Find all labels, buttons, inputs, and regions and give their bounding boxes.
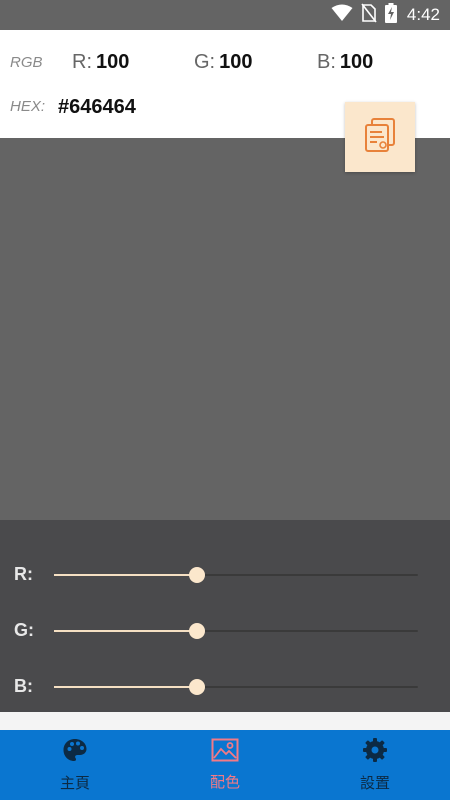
green-slider-label: G: — [14, 620, 34, 640]
green-value-display: G: 100 — [194, 51, 253, 74]
copy-button[interactable] — [345, 102, 415, 172]
nav-home[interactable]: 主頁 — [0, 730, 150, 800]
blue-key: B: — [317, 51, 336, 73]
red-slider-thumb[interactable] — [188, 567, 205, 583]
blue-slider-thumb[interactable] — [188, 679, 205, 695]
blue-value-display: B: 100 — [317, 51, 373, 74]
nav-home-label: 主頁 — [59, 775, 90, 792]
green-slider-thumb[interactable] — [188, 623, 205, 639]
red-slider-fill — [54, 574, 197, 576]
rgb-label: RGB — [10, 54, 43, 71]
wifi-icon — [331, 4, 353, 27]
blue-slider-row: B: — [0, 672, 450, 702]
battery-charging-icon — [384, 2, 397, 28]
copy-icon — [363, 117, 397, 158]
gear-icon — [362, 737, 388, 768]
blue-slider-label: B: — [14, 676, 33, 696]
rgb-sliders-panel: R: G: B: — [0, 520, 450, 712]
palette-icon — [62, 737, 88, 768]
nav-color[interactable]: 配色 — [150, 730, 300, 800]
red-slider-row: R: — [0, 560, 450, 590]
green-slider-row: G: — [0, 616, 450, 646]
image-icon — [211, 738, 239, 767]
color-preview — [0, 138, 450, 520]
hex-value[interactable]: #646464 — [58, 96, 136, 119]
hex-label: HEX: — [10, 98, 46, 115]
nav-color-label: 配色 — [209, 774, 240, 791]
red-value-display: R: 100 — [72, 51, 129, 74]
blue-value: 100 — [339, 51, 374, 73]
no-sim-icon — [361, 3, 377, 28]
nav-settings-label: 設置 — [359, 775, 390, 792]
red-slider-label: R: — [14, 564, 33, 584]
red-value: 100 — [96, 51, 130, 73]
red-key: R: — [72, 51, 92, 73]
green-key: G: — [194, 51, 216, 73]
blue-slider[interactable] — [54, 679, 418, 695]
green-slider[interactable] — [54, 623, 418, 639]
status-bar: 4:42 — [0, 0, 450, 30]
nav-settings[interactable]: 設置 — [300, 730, 450, 800]
blue-slider-fill — [54, 686, 197, 688]
bottom-navigation: 主頁 配色 設置 — [0, 730, 450, 800]
divider-strip — [0, 712, 450, 730]
red-slider[interactable] — [54, 567, 418, 583]
clock-time: 4:42 — [406, 5, 440, 24]
green-slider-fill — [54, 630, 197, 632]
green-value: 100 — [219, 51, 253, 73]
